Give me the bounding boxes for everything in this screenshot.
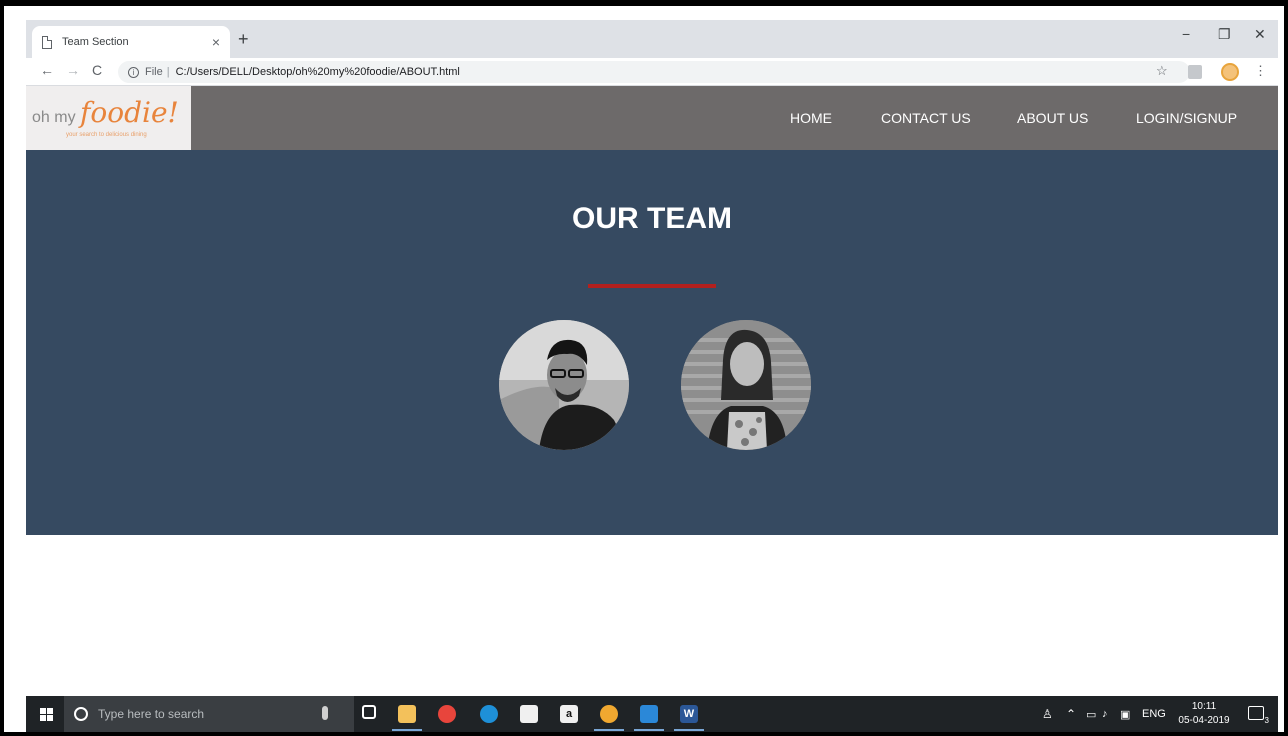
active-indicator — [594, 729, 624, 731]
chrome-canary-icon[interactable] — [600, 705, 618, 723]
logo-wordmark: oh my foodie! — [32, 95, 179, 129]
section-title: OUR TEAM — [572, 202, 732, 235]
extension-icon[interactable] — [1188, 65, 1202, 79]
amazon-icon[interactable]: a — [560, 705, 578, 723]
team-member-photo — [681, 320, 811, 450]
page-content: oh my foodie! your search to delicious d… — [26, 86, 1278, 732]
clock-date: 05-04-2019 — [1178, 715, 1230, 726]
logo-tagline: your search to delicious dining — [66, 131, 147, 138]
notification-count: 3 — [1264, 716, 1269, 725]
back-icon[interactable]: ← — [40, 62, 54, 78]
forward-icon[interactable]: → — [66, 62, 80, 78]
address-bar[interactable]: i File | C:/Users/DELL/Desktop/oh%20my%2… — [118, 61, 1190, 83]
bookmark-star-icon[interactable]: ☆ — [1156, 63, 1168, 79]
windows-taskbar: Type here to search a W ♙ ⌃ ▭ ♪ ▣ ENG 10… — [26, 696, 1278, 732]
task-view-icon[interactable] — [362, 705, 376, 719]
search-placeholder: Type here to search — [98, 707, 205, 721]
people-icon[interactable]: ♙ — [1042, 696, 1053, 732]
clock-time: 10:11 — [1191, 701, 1217, 712]
active-indicator — [634, 729, 664, 731]
language-indicator[interactable]: ENG — [1142, 696, 1166, 732]
close-window-icon[interactable]: ✕ — [1254, 26, 1266, 43]
vscode-icon[interactable] — [640, 705, 658, 723]
tab-strip: Team Section × + − ❐ ✕ — [26, 20, 1278, 58]
network-icon[interactable]: ▣ — [1120, 696, 1130, 732]
tab-title: Team Section — [62, 36, 129, 48]
new-tab-icon[interactable]: + — [238, 29, 249, 50]
word-icon[interactable]: W — [680, 705, 698, 723]
minimize-icon[interactable]: − — [1182, 26, 1190, 42]
browser-window: Team Section × + − ❐ ✕ ← → C i File | C:… — [26, 20, 1278, 732]
address-separator: | — [166, 66, 170, 78]
active-indicator — [392, 729, 422, 731]
cortana-icon — [74, 707, 88, 721]
address-url[interactable]: C:/Users/DELL/Desktop/oh%20my%20foodie/A… — [176, 66, 460, 78]
nav-contact-us[interactable]: CONTACT US — [881, 86, 971, 150]
nav-home[interactable]: HOME — [790, 86, 832, 150]
site-navbar: oh my foodie! your search to delicious d… — [26, 86, 1278, 150]
taskbar-search[interactable]: Type here to search — [64, 696, 354, 732]
battery-icon[interactable]: ▭ — [1086, 696, 1096, 732]
reload-icon[interactable]: C — [92, 62, 102, 78]
site-logo[interactable]: oh my foodie! your search to delicious d… — [26, 86, 191, 150]
edge-icon[interactable] — [480, 705, 498, 723]
title-underline — [588, 284, 716, 288]
screenshot-frame: Team Section × + − ❐ ✕ ← → C i File | C:… — [0, 0, 1288, 736]
scheme-label: File — [145, 66, 163, 78]
menu-dots-icon[interactable]: ⋮ — [1254, 63, 1267, 79]
document-icon — [42, 35, 52, 49]
windows-start-icon[interactable] — [40, 708, 53, 721]
notifications-icon[interactable]: 3 — [1248, 706, 1269, 725]
info-icon[interactable]: i — [128, 66, 139, 78]
team-member-photo — [499, 320, 629, 450]
volume-icon[interactable]: ♪ — [1102, 696, 1108, 732]
chrome-icon[interactable] — [438, 705, 456, 723]
profile-avatar-icon[interactable] — [1221, 63, 1239, 81]
browser-tab[interactable]: Team Section × — [32, 26, 230, 58]
tab-close-icon[interactable]: × — [212, 34, 220, 50]
mic-icon[interactable] — [322, 706, 328, 720]
maximize-icon[interactable]: ❐ — [1218, 26, 1231, 43]
store-icon[interactable] — [520, 705, 538, 723]
team-section: OUR TEAM — [26, 150, 1278, 535]
nav-login-signup[interactable]: LOGIN/SIGNUP — [1136, 86, 1237, 150]
tray-chevron-icon[interactable]: ⌃ — [1066, 696, 1076, 732]
file-explorer-icon[interactable] — [398, 705, 416, 723]
active-indicator — [674, 729, 704, 731]
browser-toolbar: ← → C i File | C:/Users/DELL/Desktop/oh%… — [26, 58, 1278, 86]
nav-about-us[interactable]: ABOUT US — [1017, 86, 1088, 150]
taskbar-clock[interactable]: 10:11 05-04-2019 — [1174, 700, 1234, 728]
